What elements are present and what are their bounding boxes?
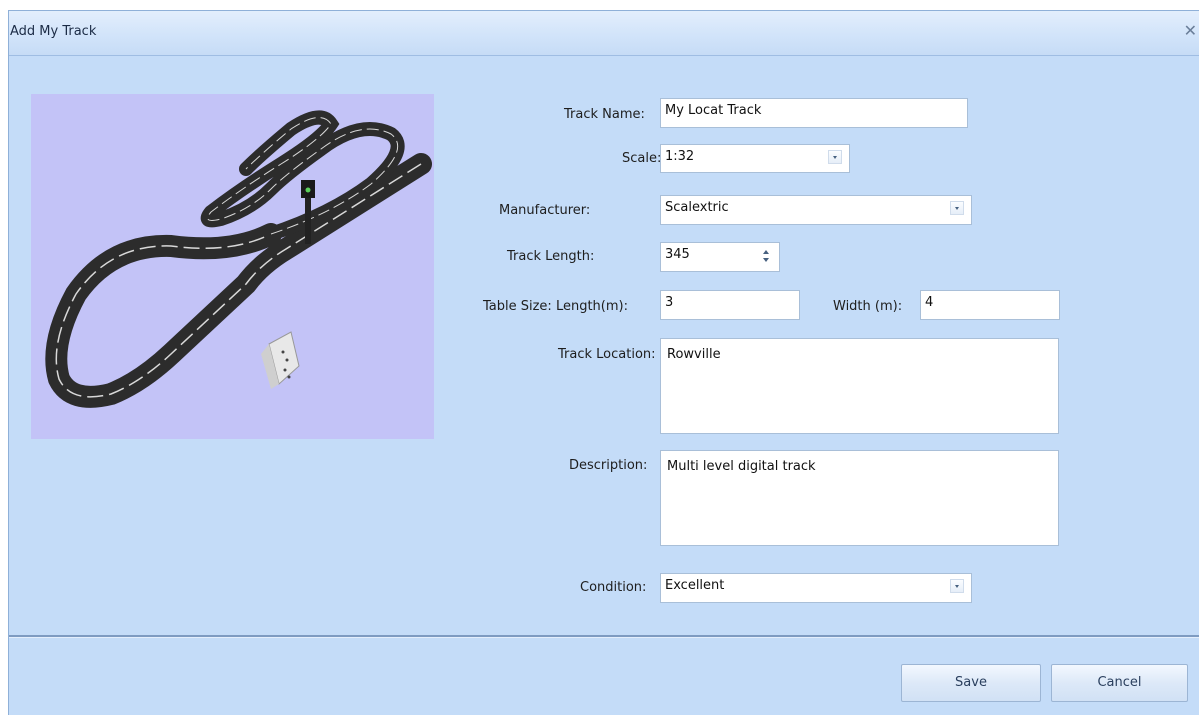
track-preview-image [31, 94, 434, 439]
manufacturer-dropdown[interactable]: Scalextric [660, 195, 972, 225]
footer-separator [9, 635, 1199, 638]
manufacturer-label: Manufacturer: [499, 203, 591, 218]
window-title: Add My Track [10, 24, 97, 39]
description-label: Description: [569, 458, 648, 473]
table-length-value: 3 [665, 295, 674, 310]
condition-label: Condition: [580, 580, 647, 595]
spinner-icon[interactable] [759, 246, 773, 266]
save-button[interactable]: Save [901, 664, 1041, 702]
track-name-label: Track Name: [564, 107, 645, 122]
track-location-label: Track Location: [558, 347, 656, 362]
slot-track-illustration [45, 110, 432, 408]
title-bar: Add My Track ✕ [9, 11, 1199, 56]
cancel-button[interactable]: Cancel [1051, 664, 1188, 702]
manufacturer-value: Scalextric [665, 200, 729, 215]
add-my-track-dialog: Add My Track ✕ Track Name: My Locat Trac… [8, 10, 1199, 715]
scale-value: 1:32 [665, 149, 695, 164]
track-length-label: Track Length: [507, 249, 595, 264]
scale-dropdown[interactable]: 1:32 [660, 144, 850, 173]
chevron-down-icon[interactable] [950, 579, 964, 593]
track-name-input[interactable]: My Locat Track [660, 98, 968, 128]
condition-value: Excellent [665, 578, 725, 593]
table-length-label: Table Size: Length(m): [483, 299, 628, 314]
table-width-input[interactable]: 4 [920, 290, 1060, 320]
table-width-value: 4 [925, 295, 934, 310]
table-length-input[interactable]: 3 [660, 290, 800, 320]
chevron-down-icon[interactable] [828, 150, 842, 164]
description-textarea[interactable]: Multi level digital track [660, 450, 1059, 546]
scale-label: Scale: [622, 151, 662, 166]
track-location-textarea[interactable]: Rowville [660, 338, 1059, 434]
close-icon[interactable]: ✕ [1184, 21, 1197, 40]
track-location-value: Rowville [667, 347, 721, 362]
table-width-label: Width (m): [833, 299, 903, 314]
description-value: Multi level digital track [667, 459, 816, 474]
chevron-down-icon[interactable] [950, 201, 964, 215]
condition-dropdown[interactable]: Excellent [660, 573, 972, 603]
track-length-value: 345 [665, 247, 690, 262]
track-length-spinner[interactable]: 345 [660, 242, 780, 272]
track-name-value: My Locat Track [665, 103, 762, 118]
